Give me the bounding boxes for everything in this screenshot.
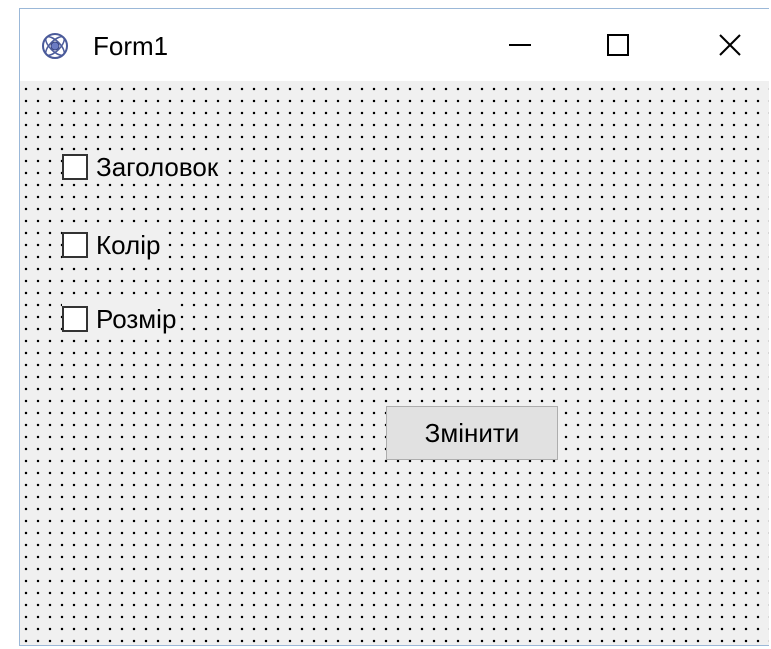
checkbox-color[interactable]: Колір (62, 229, 165, 261)
window-title: Form1 (93, 31, 169, 61)
change-button[interactable]: Змінити (386, 406, 558, 460)
close-button[interactable] (700, 17, 760, 73)
close-icon (719, 34, 741, 56)
maximize-button[interactable] (588, 17, 648, 73)
checkbox-size[interactable]: Розмір (62, 303, 181, 335)
minimize-button[interactable] (490, 17, 550, 73)
checkbox-title[interactable]: Заголовок (62, 151, 223, 183)
checkbox-box[interactable] (62, 154, 88, 180)
checkbox-box[interactable] (62, 232, 88, 258)
checkbox-box[interactable] (62, 306, 88, 332)
form-window: Form1 Заголовок Колір Розмір Змінити (19, 8, 769, 646)
checkbox-color-label: Колір (96, 230, 161, 260)
form-client-area: Заголовок Колір Розмір Змінити (20, 81, 769, 645)
title-bar[interactable]: Form1 (20, 9, 769, 81)
maximize-icon (607, 34, 629, 56)
minimize-icon (509, 44, 531, 46)
delphi-form-icon (42, 33, 68, 59)
checkbox-size-label: Розмір (96, 304, 177, 334)
checkbox-title-label: Заголовок (96, 152, 219, 182)
